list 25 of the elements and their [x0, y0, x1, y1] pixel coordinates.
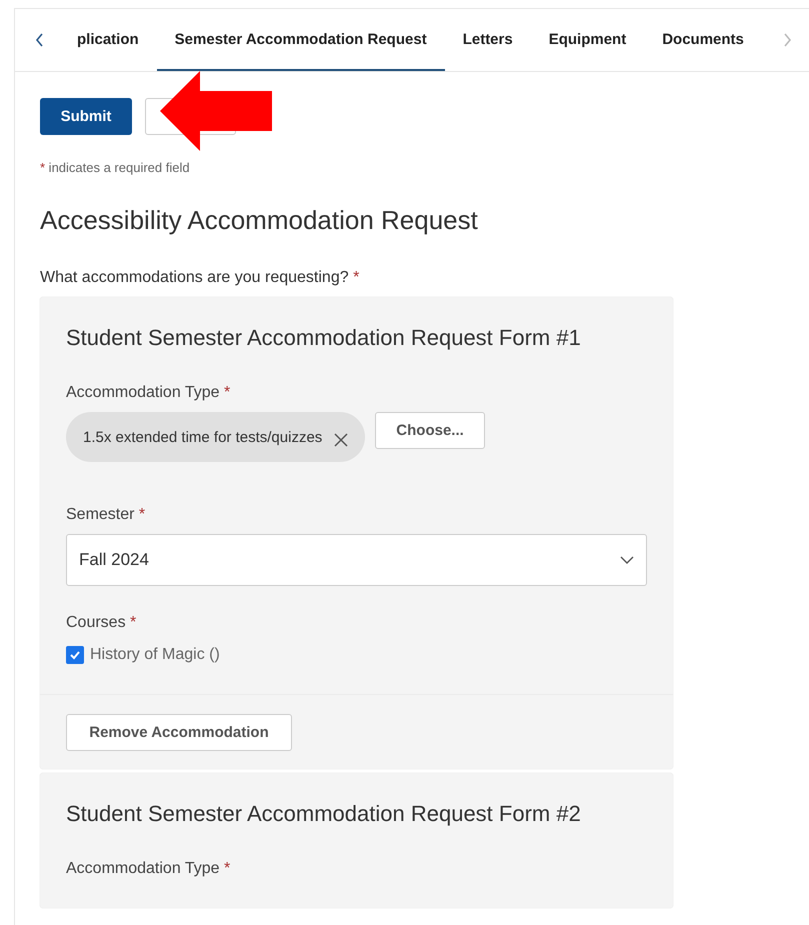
- chevron-down-icon: [620, 556, 634, 564]
- field-label: Semester *: [66, 506, 146, 524]
- choose-button[interactable]: Choose...: [375, 412, 485, 449]
- remove-button[interactable]: Remove Accommodation: [66, 714, 292, 751]
- tab[interactable]: Documents: [644, 9, 762, 71]
- required-note: * indicates a required field: [40, 160, 191, 175]
- tab[interactable]: Equipment: [530, 9, 644, 71]
- semester-select[interactable]: Fall 2024: [66, 534, 647, 586]
- field-label: Accommodation Type *: [66, 860, 232, 878]
- field-label: Courses *: [66, 614, 138, 632]
- chip-label: 1.5x extended time for tests/quizzes: [83, 428, 322, 446]
- tab[interactable]: plication: [59, 9, 157, 71]
- page-heading: Accessibility Accommodation Request: [40, 205, 479, 236]
- chevron-left-icon[interactable]: [35, 33, 45, 47]
- close-icon[interactable]: [334, 433, 348, 447]
- tab[interactable]: Semester Accommodation Request: [156, 9, 445, 71]
- course-label: History of Magic (): [90, 646, 220, 664]
- question-label: What accommodations are you requesting? *: [40, 269, 360, 287]
- tab[interactable]: Letters: [444, 9, 531, 71]
- submit-button[interactable]: Submit: [40, 98, 132, 135]
- form-title: Student Semester Accommodation Request Form #2: [66, 801, 582, 827]
- form-title: Student Semester Accommodation Request Form #1: [66, 325, 582, 351]
- checkmark-icon: [69, 649, 81, 661]
- checkbox[interactable]: [66, 646, 84, 664]
- field-label: Accommodation Type *: [66, 384, 232, 402]
